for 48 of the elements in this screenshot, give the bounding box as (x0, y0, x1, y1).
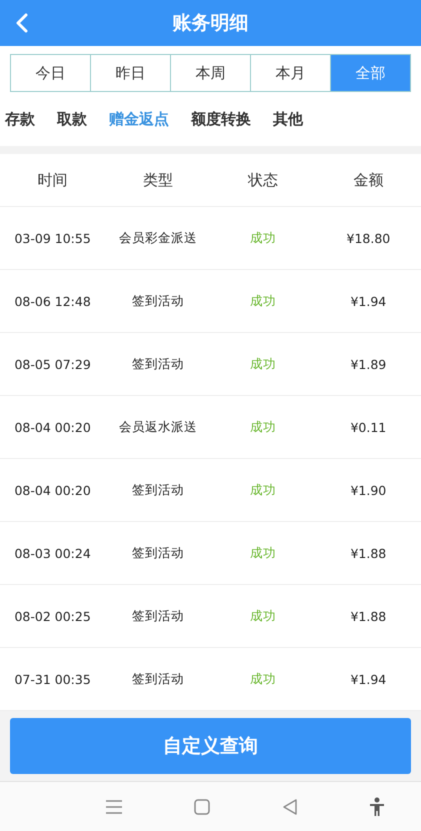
period-tab[interactable]: 本周 (170, 55, 250, 91)
table-cell: 成功 (250, 418, 276, 436)
table-cell: 签到活动 (132, 670, 184, 688)
table-cell: ¥1.94 (350, 294, 386, 308)
table-cell: 会员返水派送 (118, 418, 197, 436)
column-header: 时间 (38, 170, 68, 190)
table-cell: ¥1.90 (350, 482, 386, 498)
category-tab[interactable]: 其他 (273, 110, 303, 128)
page-title: 账务明细 (172, 11, 248, 36)
table-cell: 08-06 12:48 (14, 294, 91, 308)
table-cell: 成功 (250, 230, 276, 246)
column-header: 状态 (248, 170, 278, 190)
table-cell: ¥1.89 (350, 356, 386, 372)
table-cell: 07-31 00:35 (14, 672, 91, 686)
table-cell: 成功 (250, 356, 276, 372)
table-cell: 成功 (250, 608, 276, 624)
menu-icon[interactable] (106, 800, 122, 814)
table-cell: 08-03 00:24 (14, 546, 91, 560)
table-cell: 签到活动 (132, 356, 184, 372)
table-cell: 成功 (250, 292, 276, 310)
period-tab[interactable]: 今日 (11, 55, 90, 91)
home-icon[interactable] (194, 798, 210, 814)
table-cell: ¥1.88 (350, 546, 386, 560)
accessibility-icon[interactable] (368, 796, 385, 816)
table-cell: 签到活动 (132, 544, 184, 562)
back-icon[interactable] (282, 798, 297, 814)
table-cell: ¥18.80 (346, 230, 390, 246)
category-tab[interactable]: 额度转换 (191, 110, 251, 128)
category-tab[interactable]: 存款 (5, 110, 35, 128)
table-cell: 08-05 07:29 (14, 356, 91, 372)
table-cell: 会员彩金派送 (118, 230, 197, 246)
table-cell: 签到活动 (132, 608, 184, 624)
period-tab[interactable]: 昨日 (90, 55, 170, 91)
table-cell: 08-04 00:20 (14, 420, 91, 434)
table-cell: 08-04 00:20 (14, 482, 91, 498)
table-cell: 08-02 00:25 (14, 608, 91, 624)
table-cell: ¥1.94 (350, 672, 386, 686)
category-tab[interactable]: 取款 (57, 110, 87, 128)
table-cell: 03-09 10:55 (14, 230, 91, 246)
table-cell: 签到活动 (132, 292, 184, 310)
column-header: 金额 (353, 170, 384, 190)
table-cell: 成功 (250, 670, 276, 688)
table-cell: 成功 (250, 544, 276, 562)
column-header: 类型 (142, 170, 173, 190)
table-cell: ¥1.88 (350, 608, 386, 624)
table-cell: 成功 (250, 482, 276, 498)
table-cell: 签到活动 (132, 482, 184, 498)
table-cell: ¥0.11 (350, 420, 386, 434)
